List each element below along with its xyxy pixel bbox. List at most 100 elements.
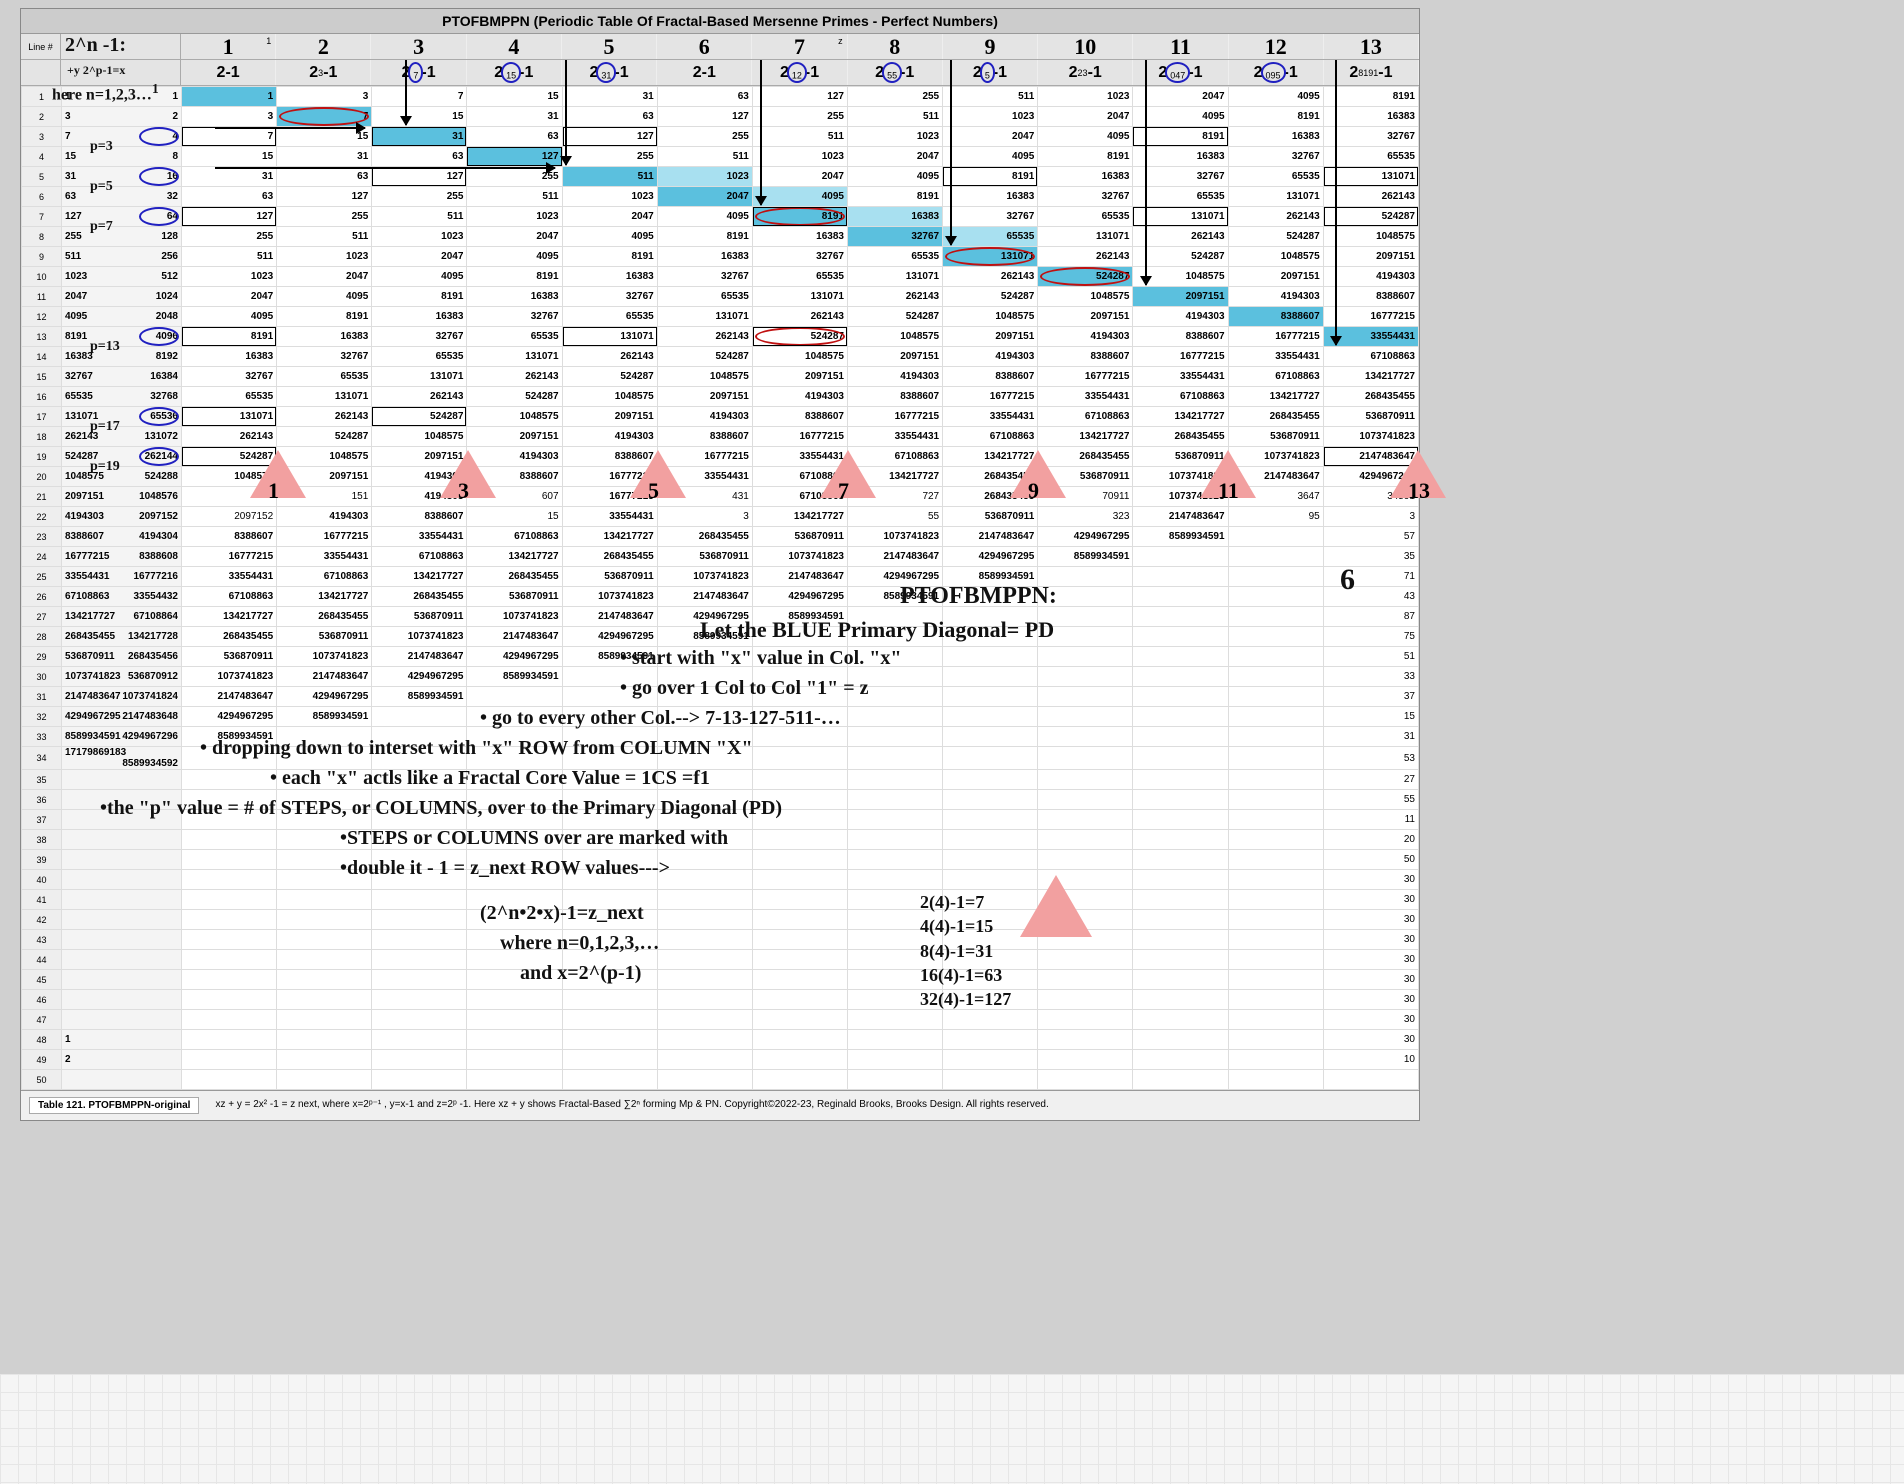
cell-r39-c13: 50 [1323, 850, 1418, 870]
cell-r31-c3: 8589934591 [372, 687, 467, 707]
cell-r7-c13: 524287 [1323, 207, 1418, 227]
cell-r16-c8: 8388607 [847, 387, 942, 407]
cell-r19-c8: 67108863 [847, 447, 942, 467]
cell-r26-c1: 67108863 [182, 587, 277, 607]
row-number: 46 [22, 990, 62, 1010]
cell-r23-c8: 1073741823 [847, 527, 942, 547]
col-header-formula-12: 2095-1 [1229, 60, 1324, 85]
row-number: 1 [22, 87, 62, 107]
row-number: 50 [22, 1070, 62, 1090]
cell-r32-c2: 8589934591 [277, 707, 372, 727]
cell-r23-c5: 134217727 [562, 527, 657, 547]
cell-r11-c11: 2097151 [1133, 287, 1228, 307]
sheet-tab[interactable]: Table 121. PTOFBMPPN-original [29, 1097, 199, 1114]
cell-r47-c11 [1133, 1010, 1228, 1030]
cell-r28-c11 [1133, 627, 1228, 647]
cell-r29-c10 [1038, 647, 1133, 667]
y-x-cell: 3276716384 [62, 367, 182, 387]
cell-r14-c3: 65535 [372, 347, 467, 367]
cell-r49-c8 [847, 1050, 942, 1070]
cell-r35-c10 [1038, 770, 1133, 790]
cell-r27-c8 [847, 607, 942, 627]
cell-r7-c8: 16383 [847, 207, 942, 227]
cell-r42-c13: 30 [1323, 910, 1418, 930]
cell-r39-c6 [657, 850, 752, 870]
cell-r45-c12 [1228, 970, 1323, 990]
cell-r11-c2: 4095 [277, 287, 372, 307]
cell-r26-c8: 8589934591 [847, 587, 942, 607]
cell-r15-c13: 134217727 [1323, 367, 1418, 387]
cell-r9-c8: 65535 [847, 247, 942, 267]
y-x-cell [62, 890, 182, 910]
cell-r22-c2: 4194303 [277, 507, 372, 527]
cell-r3-c10: 4095 [1038, 127, 1133, 147]
cell-r36-c4 [467, 790, 562, 810]
row-number: 17 [22, 407, 62, 427]
cell-r9-c9: 131071 [943, 247, 1038, 267]
cell-r12-c10: 2097151 [1038, 307, 1133, 327]
cell-r26-c3: 268435455 [372, 587, 467, 607]
cell-r28-c5: 4294967295 [562, 627, 657, 647]
cell-r14-c6: 524287 [657, 347, 752, 367]
cell-r46-c13: 30 [1323, 990, 1418, 1010]
row-number: 45 [22, 970, 62, 990]
cell-r32-c1: 4294967295 [182, 707, 277, 727]
footer-text: xz + y = 2x² -1 = z next, where x=2ᵖ⁻¹ ,… [211, 1097, 1411, 1114]
cell-r9-c5: 8191 [562, 247, 657, 267]
cell-r13-c4: 65535 [467, 327, 562, 347]
cell-r1-c3: 7 [372, 87, 467, 107]
cell-r33-c11 [1133, 727, 1228, 747]
cell-r35-c1 [182, 770, 277, 790]
cell-r29-c8 [847, 647, 942, 667]
cell-r37-c8 [847, 810, 942, 830]
cell-r37-c7 [752, 810, 847, 830]
y-x-cell: 511256 [62, 247, 182, 267]
cell-r7-c1: 127 [182, 207, 277, 227]
cell-r42-c4 [467, 910, 562, 930]
cell-r24-c9: 4294967295 [943, 547, 1038, 567]
cell-r46-c4 [467, 990, 562, 1010]
cell-r41-c13: 30 [1323, 890, 1418, 910]
cell-r4-c9: 4095 [943, 147, 1038, 167]
cell-r38-c9 [943, 830, 1038, 850]
cell-r22-c7: 134217727 [752, 507, 847, 527]
cell-r37-c9 [943, 810, 1038, 830]
cell-r38-c13: 20 [1323, 830, 1418, 850]
cell-r22-c11: 2147483647 [1133, 507, 1228, 527]
cell-r4-c8: 2047 [847, 147, 942, 167]
cell-r13-c13: 33554431 [1323, 327, 1418, 347]
cell-r34-c1 [182, 747, 277, 770]
cell-r45-c9 [943, 970, 1038, 990]
row-number: 27 [22, 607, 62, 627]
cell-r37-c2 [277, 810, 372, 830]
cell-r42-c7 [752, 910, 847, 930]
cell-r3-c4: 63 [467, 127, 562, 147]
cell-r3-c11: 8191 [1133, 127, 1228, 147]
cell-r37-c10 [1038, 810, 1133, 830]
cell-r29-c3: 2147483647 [372, 647, 467, 667]
cell-r31-c5 [562, 687, 657, 707]
row-number: 43 [22, 930, 62, 950]
cell-r35-c5 [562, 770, 657, 790]
cell-r20-c1: 1048575 [182, 467, 277, 487]
cell-r28-c10 [1038, 627, 1133, 647]
cell-r21-c11: 1073741823 [1133, 487, 1228, 507]
col-header-num-11: 11 [1133, 34, 1228, 59]
cell-r4-c6: 511 [657, 147, 752, 167]
cell-r2-c6: 127 [657, 107, 752, 127]
cell-r9-c11: 524287 [1133, 247, 1228, 267]
cell-r19-c12: 1073741823 [1228, 447, 1323, 467]
cell-r15-c3: 131071 [372, 367, 467, 387]
row-number: 31 [22, 687, 62, 707]
cell-r6-c8: 8191 [847, 187, 942, 207]
row-number: 22 [22, 507, 62, 527]
cell-r9-c7: 32767 [752, 247, 847, 267]
cell-r44-c6 [657, 950, 752, 970]
row-number: 48 [22, 1030, 62, 1050]
cell-r34-c11 [1133, 747, 1228, 770]
cell-r46-c5 [562, 990, 657, 1010]
y-x-cell [62, 830, 182, 850]
row-number: 39 [22, 850, 62, 870]
cell-r49-c7 [752, 1050, 847, 1070]
cell-r30-c13: 33 [1323, 667, 1418, 687]
